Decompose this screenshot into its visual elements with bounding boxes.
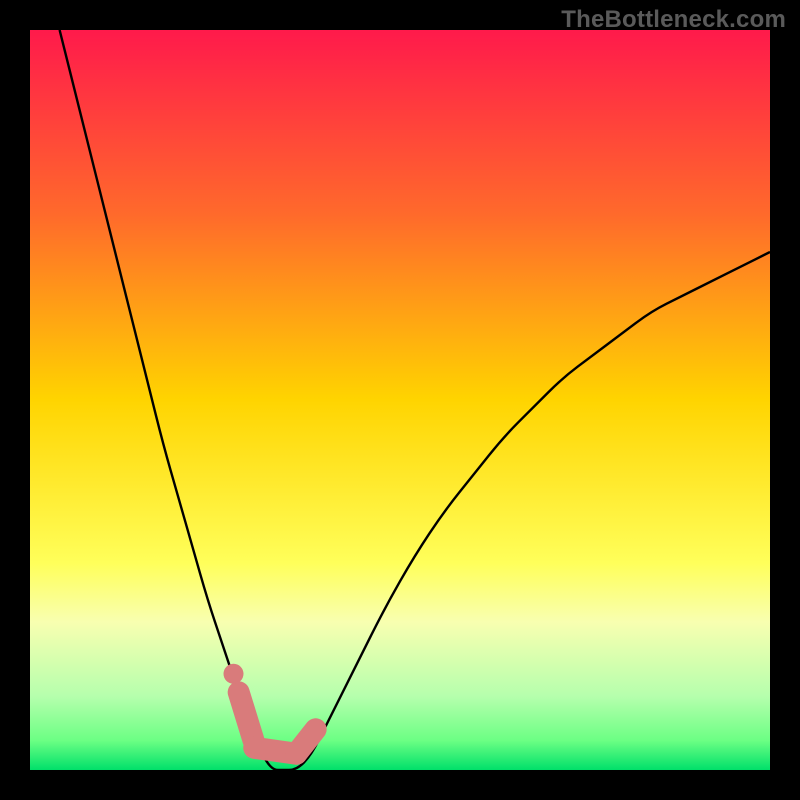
highlight-dot <box>224 664 244 684</box>
gradient-background <box>30 30 770 770</box>
plot-area <box>30 30 770 770</box>
highlight-segment <box>296 729 315 753</box>
watermark-text: TheBottleneck.com <box>561 6 786 34</box>
chart-frame: TheBottleneck.com <box>0 0 800 800</box>
chart-svg <box>30 30 770 770</box>
highlight-segment <box>239 692 254 740</box>
